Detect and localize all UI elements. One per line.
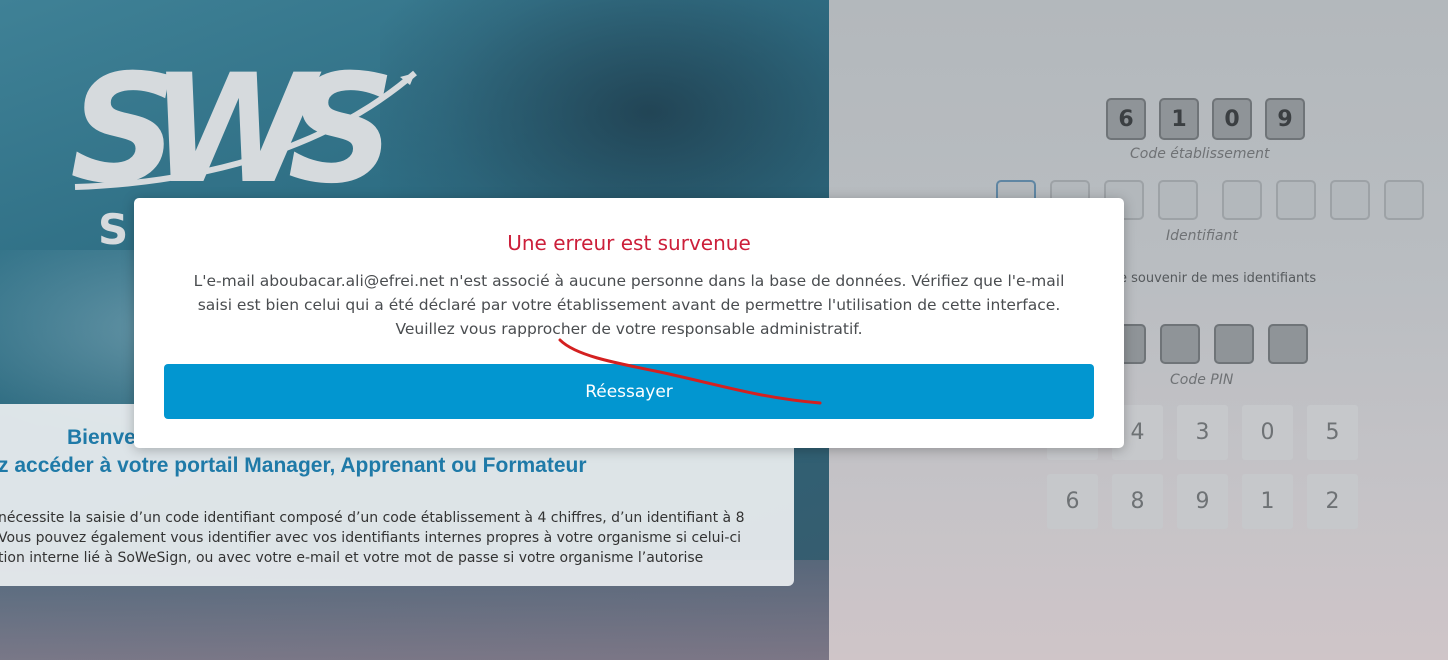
- identifier-digit-box[interactable]: [1384, 180, 1424, 220]
- error-title: Une erreur est survenue: [507, 231, 751, 255]
- establishment-code-label: Code établissement: [1130, 146, 1270, 162]
- establishment-code-digit[interactable]: 1: [1159, 98, 1199, 140]
- keypad-key[interactable]: 2: [1307, 474, 1358, 529]
- error-message: L'e-mail aboubacar.ali@efrei.net n'est a…: [159, 269, 1099, 341]
- welcome-subtitle: z accéder à votre portail Manager, Appre…: [0, 454, 587, 477]
- error-message-line: saisi est bien celui qui a été déclaré p…: [197, 296, 1061, 314]
- welcome-description-line: nécessite la saisie d’un code identifian…: [0, 510, 745, 526]
- establishment-code-digit[interactable]: 9: [1265, 98, 1305, 140]
- keypad-key[interactable]: 8: [1112, 474, 1163, 529]
- identifier-digit-box[interactable]: [1330, 180, 1370, 220]
- keypad-key[interactable]: 1: [1242, 474, 1293, 529]
- identifier-digit-box[interactable]: [1158, 180, 1198, 220]
- keypad-key[interactable]: 0: [1242, 405, 1293, 460]
- establishment-code-digit[interactable]: 0: [1212, 98, 1252, 140]
- pin-row: [1106, 324, 1308, 364]
- keypad-key[interactable]: 6: [1047, 474, 1098, 529]
- establishment-code-row: 6 1 0 9: [1106, 98, 1305, 140]
- error-message-line: L'e-mail aboubacar.ali@efrei.net n'est a…: [193, 272, 1065, 290]
- keypad-key[interactable]: 5: [1307, 405, 1358, 460]
- establishment-code-digit[interactable]: 6: [1106, 98, 1146, 140]
- pin-digit-box[interactable]: [1160, 324, 1200, 364]
- retry-button[interactable]: Réessayer: [164, 364, 1094, 419]
- remember-me-label[interactable]: e souvenir de mes identifiants: [1119, 271, 1316, 286]
- keypad-key[interactable]: 9: [1177, 474, 1228, 529]
- identifier-label: Identifiant: [1166, 228, 1238, 244]
- welcome-description: nécessite la saisie d’un code identifian…: [0, 508, 788, 568]
- pin-label: Code PIN: [1170, 372, 1234, 388]
- error-message-line: Veuillez vous rapprocher de votre respon…: [395, 320, 863, 338]
- pin-digit-box[interactable]: [1268, 324, 1308, 364]
- pin-digit-box[interactable]: [1214, 324, 1254, 364]
- welcome-description-line: Vous pouvez également vous identifier av…: [0, 530, 742, 546]
- logo-swoosh-icon: [74, 70, 417, 190]
- keypad-key[interactable]: 3: [1177, 405, 1228, 460]
- identifier-digit-box[interactable]: [1222, 180, 1262, 220]
- error-dialog: Une erreur est survenue L'e-mail aboubac…: [134, 198, 1124, 448]
- welcome-description-line: tion interne lié à SoWeSign, ou avec vot…: [0, 550, 704, 566]
- logo-subtext: S: [98, 205, 135, 254]
- identifier-digit-box[interactable]: [1276, 180, 1316, 220]
